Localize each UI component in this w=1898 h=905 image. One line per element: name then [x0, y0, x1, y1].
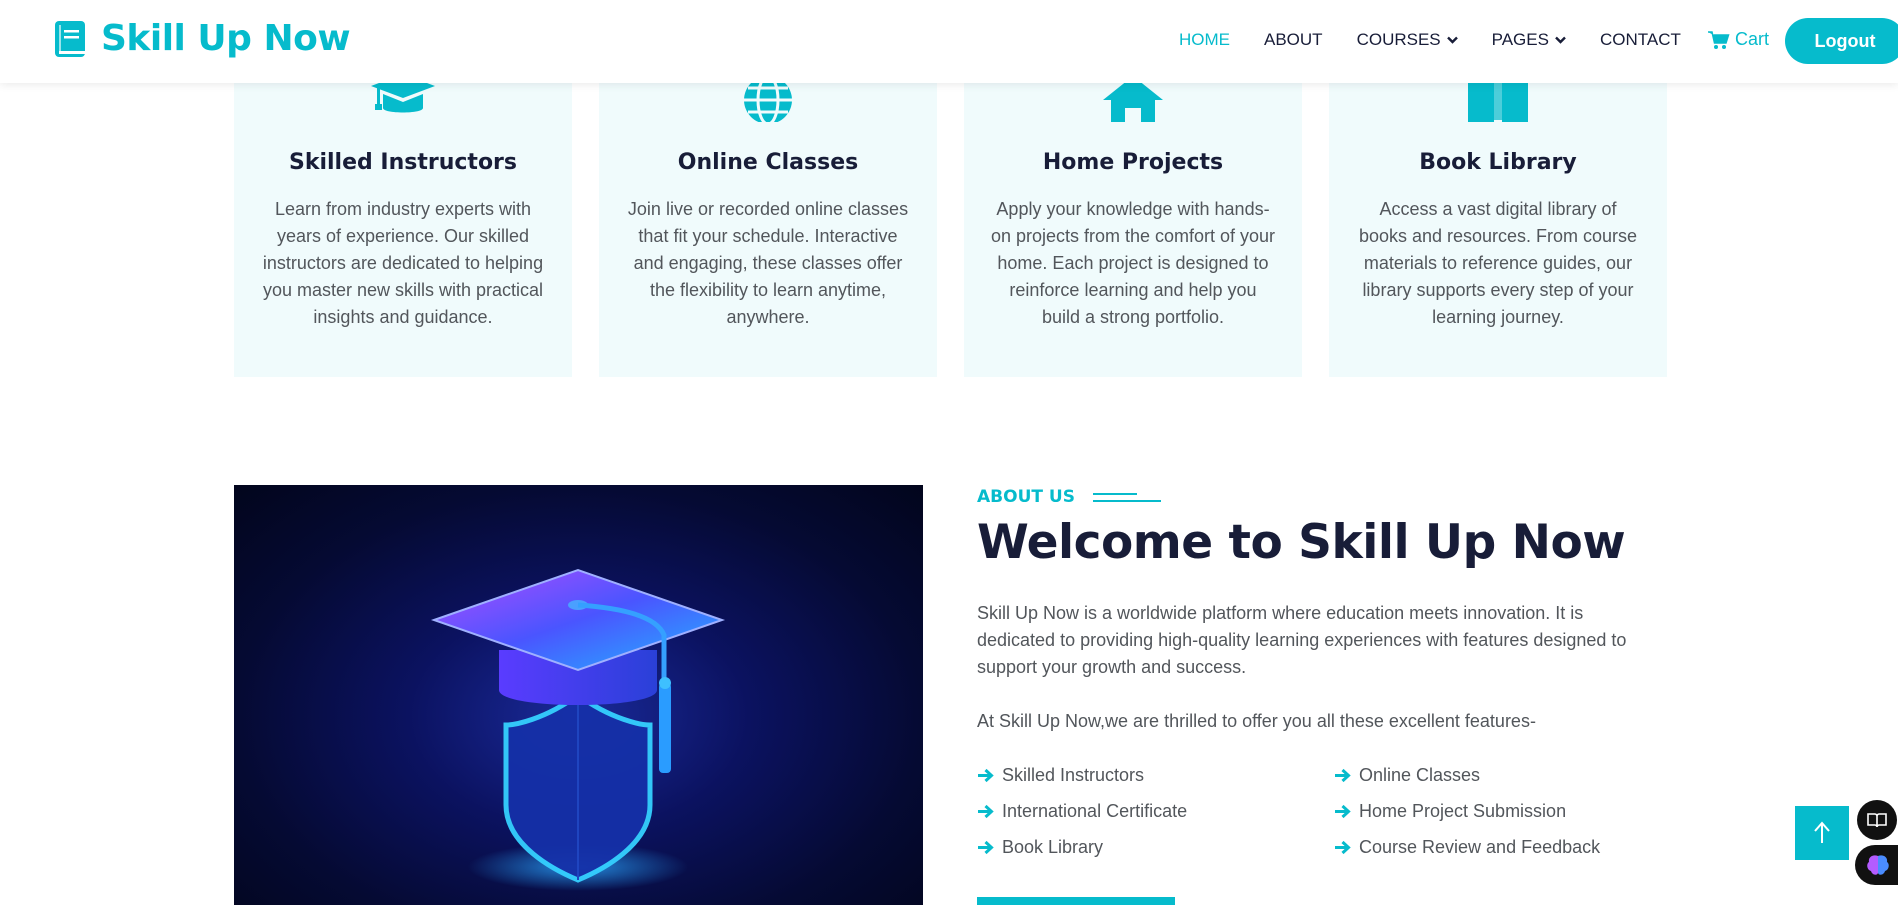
read-more-button[interactable] — [977, 897, 1175, 905]
nav-home[interactable]: HOME — [1179, 30, 1230, 50]
chevron-down-icon — [1446, 36, 1458, 44]
book-open-icon — [1867, 813, 1887, 828]
list-item: International Certificate — [977, 798, 1334, 825]
service-title: Home Projects — [1042, 150, 1224, 175]
logout-button[interactable]: Logout — [1785, 18, 1898, 64]
list-item: Course Review and Feedback — [1334, 834, 1657, 861]
logout-label: Logout — [1814, 30, 1876, 51]
feature-label: Course Review and Feedback — [1359, 837, 1601, 857]
about-paragraph: At Skill Up Now,we are thrilled to offer… — [977, 711, 1536, 731]
service-title: Book Library — [1419, 150, 1577, 175]
navbar: Skill Up Now HOME ABOUT COURSES PAGES CO… — [0, 0, 1898, 83]
brand-logo[interactable]: Skill Up Now — [53, 18, 351, 59]
service-title: Online Classes — [677, 150, 859, 175]
service-text: Learn from industry experts with years o… — [262, 199, 544, 327]
cart-icon — [1708, 30, 1730, 49]
nav-courses[interactable]: COURSES — [1357, 30, 1458, 50]
nav-pages-label: PAGES — [1491, 30, 1549, 49]
about-title: Welcome to Skill Up Now — [977, 515, 1626, 570]
feature-label: Book Library — [1002, 837, 1104, 857]
nav-links: HOME ABOUT COURSES PAGES CONTACT — [1179, 30, 1715, 50]
list-item: Book Library — [977, 834, 1334, 861]
graduation-shield-illustration — [430, 568, 726, 891]
about-tag-label: ABOUT US — [977, 487, 1075, 507]
about-paragraph: Skill Up Now is a worldwide platform whe… — [977, 603, 1627, 677]
service-text: Apply your knowledge with hands-on proje… — [990, 199, 1276, 327]
cart-link[interactable]: Cart — [1708, 29, 1769, 50]
service-card: Home Projects Apply your knowledge with … — [964, 70, 1302, 377]
cart-label: Cart — [1735, 29, 1770, 49]
feature-label: Online Classes — [1359, 765, 1481, 785]
arrow-right-icon — [1335, 768, 1351, 783]
reader-widget-button[interactable] — [1857, 800, 1897, 840]
nav-about[interactable]: ABOUT — [1264, 30, 1323, 50]
arrow-right-icon — [1335, 804, 1351, 819]
list-item: Home Project Submission — [1334, 798, 1657, 825]
back-to-top-button[interactable] — [1795, 806, 1849, 860]
service-text: Access a vast digital library of books a… — [1358, 199, 1638, 327]
service-text: Join live or recorded online classes tha… — [627, 199, 909, 327]
feature-label: Home Project Submission — [1359, 801, 1567, 821]
brand-name[interactable]: Skill Up Now — [101, 18, 351, 59]
nav-contact[interactable]: CONTACT — [1600, 30, 1681, 50]
brain-icon — [1866, 855, 1889, 875]
arrow-right-icon — [978, 768, 994, 783]
chevron-down-icon — [1555, 36, 1566, 44]
service-title: Skilled Instructors — [288, 150, 517, 175]
arrow-right-icon — [978, 804, 994, 819]
arrow-right-icon — [978, 840, 994, 855]
feature-label: International Certificate — [1002, 801, 1188, 821]
book-icon — [55, 20, 85, 57]
nav-about-label: ABOUT — [1264, 30, 1323, 49]
ai-widget-button[interactable] — [1855, 845, 1898, 885]
service-card: Skilled Instructors Learn from industry … — [234, 70, 572, 377]
features-list: Skilled Instructors Online Classes Inter… — [977, 762, 1657, 861]
list-item: Skilled Instructors — [977, 762, 1334, 789]
nav-contact-label: CONTACT — [1599, 30, 1681, 49]
service-card: Online Classes Join live or recorded onl… — [599, 70, 937, 377]
feature-label: Skilled Instructors — [1002, 765, 1145, 785]
service-card: Book Library Access a vast digital libra… — [1329, 70, 1667, 377]
about-image — [234, 485, 923, 905]
nav-pages[interactable]: PAGES — [1492, 30, 1566, 50]
arrow-up-icon — [1814, 821, 1830, 843]
list-item: Online Classes — [1334, 762, 1657, 789]
tag-decoration — [1092, 491, 1161, 503]
nav-home-label: HOME — [1179, 30, 1230, 49]
about-tag: ABOUT US — [977, 487, 1161, 507]
arrow-right-icon — [1335, 840, 1351, 855]
nav-courses-label: COURSES — [1356, 30, 1441, 49]
services-section: Skilled Instructors Learn from industry … — [234, 70, 1667, 377]
